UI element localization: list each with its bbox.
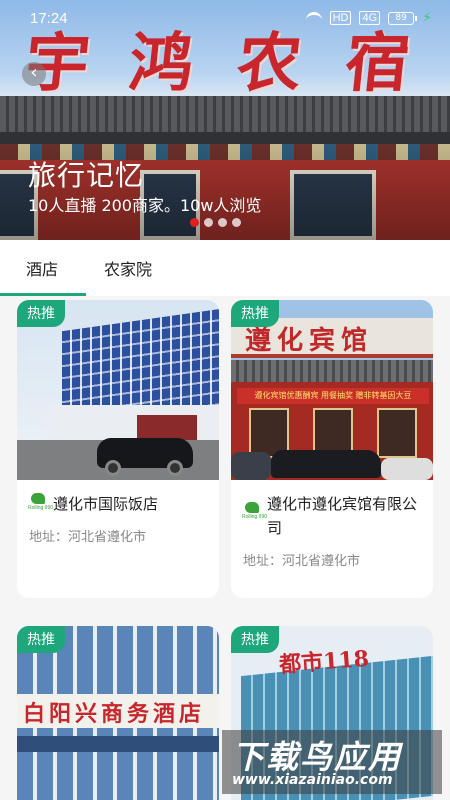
- battery-icon: 89: [388, 11, 418, 25]
- hero-title: 旅行记忆: [28, 159, 145, 192]
- hotel-address: 地址：河北省遵化市: [243, 554, 361, 569]
- leaf-logo-icon: Rolling 990: [28, 493, 53, 511]
- hd-icon: HD: [329, 11, 352, 25]
- carousel-dots: [190, 218, 241, 227]
- hotel-card[interactable]: 白阳兴商务酒店 热推: [17, 626, 219, 800]
- hotel-card[interactable]: 热推 Rolling 990 遵化市国际饭店 地址：河北省遵化市: [17, 300, 219, 598]
- hero-roof: [0, 96, 450, 136]
- tab-hotel[interactable]: 酒店: [26, 240, 58, 296]
- tab-farmhouse[interactable]: 农家院: [104, 240, 152, 296]
- watermark-url: www.xiazainiao.com: [232, 772, 393, 788]
- hotel-address: 地址：河北省遵化市: [29, 530, 147, 545]
- image-sign-text: 都市118: [278, 645, 370, 679]
- hotel-image: 遵化宾馆 遵化宾馆优惠酬宾 用餐抽奖 赠非转基因大豆: [231, 300, 433, 480]
- carousel-dot[interactable]: [204, 218, 213, 227]
- watermark: 下载鸟应用 www.xiazainiao.com: [222, 730, 442, 794]
- leaf-logo-icon: Rolling 990: [242, 502, 267, 520]
- chevron-left-icon: ‹: [30, 62, 38, 83]
- image-sign-text: 白阳兴商务酒店: [23, 701, 206, 727]
- signal-icon: 4G: [359, 11, 381, 25]
- hotel-name: 遵化市遵化宾馆有限公司: [267, 495, 418, 537]
- carousel-dot[interactable]: [232, 218, 241, 227]
- hotel-grid: 热推 Rolling 990 遵化市国际饭店 地址：河北省遵化市 遵化宾馆 遵化…: [0, 296, 450, 800]
- hot-badge: 热推: [17, 300, 65, 327]
- status-icons: HD 4G 89 ⚡: [305, 10, 432, 26]
- hot-badge: 热推: [231, 300, 279, 327]
- hot-badge: 热推: [231, 626, 279, 653]
- image-banner-text: 遵化宾馆优惠酬宾 用餐抽奖 赠非转基因大豆: [237, 388, 429, 404]
- carousel-dot[interactable]: [218, 218, 227, 227]
- card-info: Rolling 990 遵化市遵化宾馆有限公司 地址：河北省遵化市: [242, 492, 423, 569]
- category-tabs: 酒店 农家院: [0, 240, 450, 296]
- hotel-card[interactable]: 遵化宾馆 遵化宾馆优惠酬宾 用餐抽奖 赠非转基因大豆 热推 Rolling 99…: [231, 300, 433, 598]
- wifi-icon: [305, 12, 322, 24]
- hero-subtitle: 10人直播 200商家。10w人浏览: [28, 196, 262, 215]
- card-info: Rolling 990 遵化市国际饭店 地址：河北省遵化市: [28, 492, 209, 545]
- carousel-dot-active[interactable]: [190, 218, 199, 227]
- back-button[interactable]: ‹: [22, 62, 46, 86]
- hotel-name: 遵化市国际饭店: [53, 495, 159, 513]
- status-bar: 17:24 HD 4G 89 ⚡: [0, 0, 450, 36]
- hot-badge: 热推: [17, 626, 65, 653]
- status-time: 17:24: [30, 10, 68, 27]
- hotel-image: [17, 300, 219, 480]
- hero-banner[interactable]: 宇 鸿 农 宿 17:24 HD 4G 89 ⚡ ‹ 旅行记忆 10人直播 20…: [0, 0, 450, 240]
- charging-icon: ⚡: [422, 10, 432, 26]
